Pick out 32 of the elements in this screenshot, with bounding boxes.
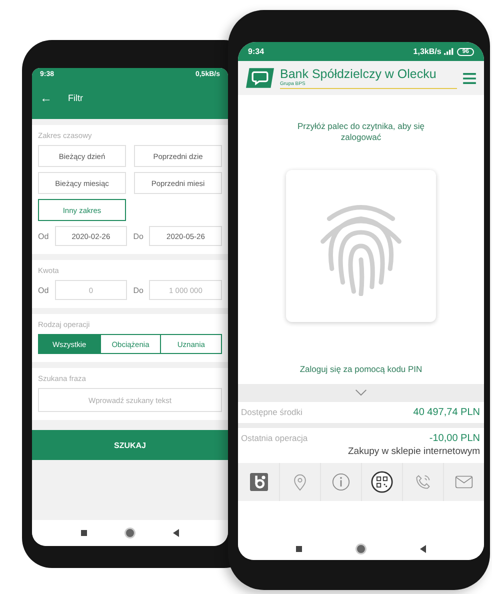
bank-name: Bank Spółdzielczy w Olecku [280, 67, 438, 81]
recents-icon[interactable] [81, 530, 88, 536]
to-label: Do [133, 286, 144, 294]
from-label: Od [38, 286, 49, 294]
screen-title: Filtr [68, 93, 83, 103]
info-icon[interactable] [332, 472, 350, 491]
last-operation-label: Ostatnia operacja [241, 432, 308, 445]
balance-amount: 40 497,74 PLN [413, 406, 480, 418]
last-operation-description: Zakupy w sklepie internetowym [348, 446, 480, 457]
back-triangle-icon[interactable] [172, 529, 179, 537]
menu-icon[interactable] [463, 72, 476, 84]
location-pin-icon[interactable] [291, 472, 309, 491]
network-speed: 1,3kB/s [413, 47, 442, 56]
back-triangle-icon[interactable] [420, 545, 426, 553]
recents-icon[interactable] [296, 546, 302, 552]
balance-label: Dostępne środki [241, 407, 302, 418]
from-label: Od [38, 232, 49, 240]
home-icon[interactable] [126, 529, 134, 537]
login-prompt: Przyłóż palec do czytnika, aby się zalogować [296, 121, 426, 144]
qr-code-icon[interactable] [371, 470, 393, 493]
blik-logo-icon[interactable] [250, 472, 268, 491]
last-operation-amount: -10,00 PLN [429, 432, 480, 444]
home-icon[interactable] [356, 545, 365, 553]
bank-logo-icon [246, 68, 274, 88]
to-label: Do [133, 232, 144, 240]
phone-icon[interactable] [414, 472, 432, 491]
chevron-down-icon[interactable] [355, 389, 367, 396]
back-icon[interactable]: ← [40, 91, 52, 105]
status-time: 9:34 [248, 47, 264, 56]
search-button[interactable]: SZUKAJ [32, 430, 228, 460]
pin-login-link[interactable]: Zaloguj się za pomocą kodu PIN [300, 364, 422, 374]
signal-icon [444, 48, 454, 55]
